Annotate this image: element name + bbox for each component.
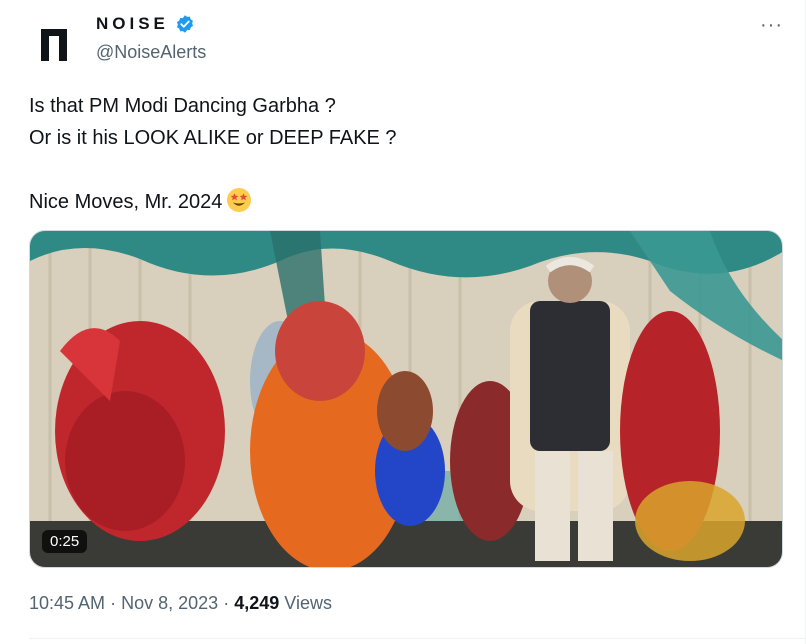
tweet-text-line-3-content: Nice Moves, Mr. 2024	[29, 191, 223, 213]
noise-logo-icon	[41, 29, 67, 61]
divider	[29, 638, 805, 639]
avatar[interactable]	[28, 18, 80, 70]
video-player[interactable]: 0:25	[29, 230, 783, 568]
author-display-name[interactable]: NOISE	[96, 14, 169, 34]
meta-separator-2: ·	[223, 593, 230, 613]
tweet-text: Is that PM Modi Dancing Garbha ? Or is i…	[29, 90, 769, 218]
verified-badge-icon	[175, 14, 195, 34]
views-count: 4,249	[234, 593, 280, 613]
tweet-text-line-2: Or is it his LOOK ALIKE or DEEP FAKE ?	[29, 127, 397, 149]
video-thumbnail	[30, 231, 782, 567]
tweet-text-spacer	[29, 154, 769, 186]
tweet-text-line-3: Nice Moves, Mr. 2024	[29, 186, 769, 218]
tweet-time[interactable]: 10:45 AM	[29, 593, 105, 613]
star-struck-emoji-icon	[226, 187, 252, 213]
author-handle[interactable]: @NoiseAlerts	[96, 42, 206, 63]
tweet-text-line-1: Is that PM Modi Dancing Garbha ?	[29, 95, 336, 117]
meta-separator: ·	[110, 593, 117, 613]
tweet-card: NOISE @NoiseAlerts ··· Is that PM Modi D…	[0, 0, 806, 644]
more-options-icon[interactable]: ···	[760, 14, 783, 37]
tweet-date[interactable]: Nov 8, 2023	[121, 593, 218, 613]
video-duration-badge: 0:25	[42, 530, 88, 553]
tweet-metadata: 10:45 AM · Nov 8, 2023 · 4,249 Views	[29, 593, 332, 614]
author-name-row: NOISE	[96, 14, 195, 34]
views-label: Views	[284, 593, 332, 613]
